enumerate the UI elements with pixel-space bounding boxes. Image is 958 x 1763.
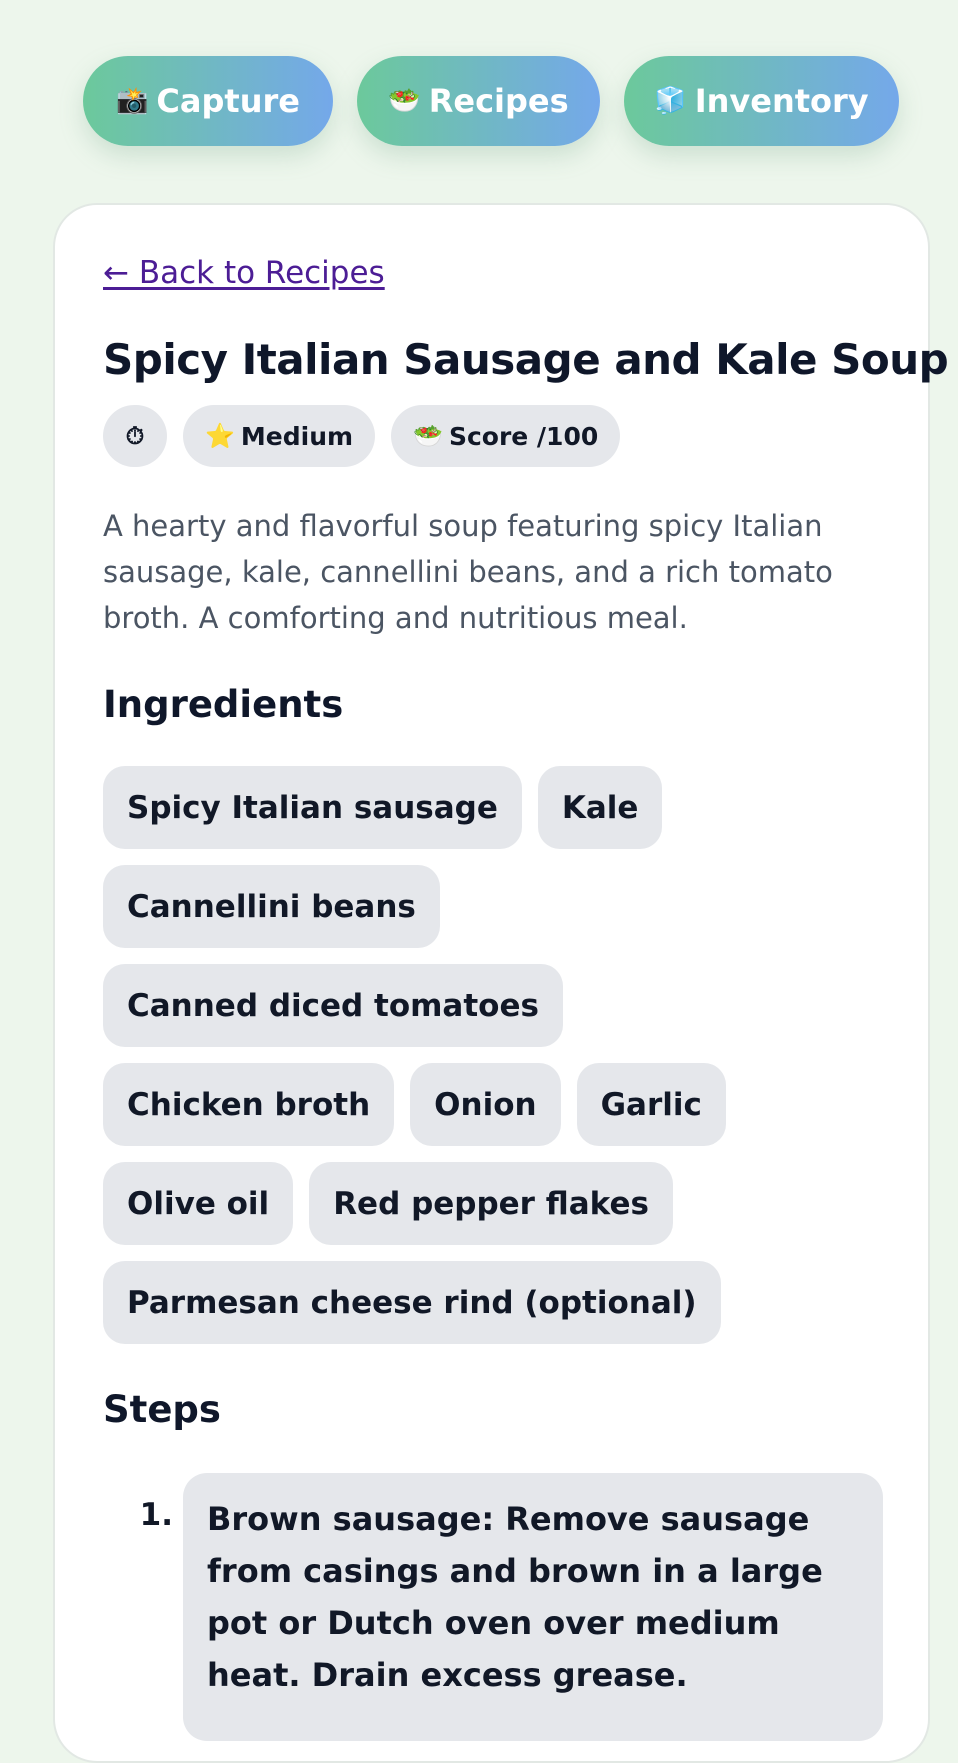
difficulty-badge: ⭐ Medium (183, 405, 376, 468)
step-number: 1. (139, 1497, 173, 1534)
difficulty-label: Medium (240, 421, 354, 451)
ingredient-chip: Chicken broth (103, 1063, 395, 1147)
recipe-title: Spicy Italian Sausage and Kale Soup (103, 335, 949, 384)
score-badge: 🥗 Score /100 (391, 405, 621, 468)
ingredient-chip: Olive oil (103, 1162, 294, 1246)
camera-flash-icon: 📸 (116, 86, 149, 116)
ingredients-heading: Ingredients (103, 683, 344, 727)
capture-nav-label: Capture (156, 82, 300, 120)
ingredient-chip: Garlic (576, 1063, 726, 1147)
ingredient-chip: Parmesan cheese rind (optional) (103, 1261, 721, 1345)
steps-heading: Steps (103, 1388, 221, 1432)
back-to-recipes-link[interactable]: ← Back to Recipes (103, 255, 385, 291)
inventory-nav-label: Inventory (694, 82, 869, 120)
capture-nav-button[interactable]: 📸 Capture (83, 56, 333, 146)
ingredient-chip: Red pepper flakes (309, 1162, 673, 1246)
step-item: 1. Brown sausage: Remove sausage from ca… (103, 1473, 893, 1742)
ingredient-chip: Spicy Italian sausage (103, 766, 522, 850)
recipe-description: A hearty and flavorful soup featuring sp… (103, 509, 833, 636)
ice-cube-icon: 🧊 (654, 86, 687, 116)
recipes-nav-button[interactable]: 🥗 Recipes (357, 56, 600, 146)
ingredient-chip: Cannellini beans (103, 865, 440, 949)
recipe-detail-content: ← Back to Recipes Spicy Italian Sausage … (103, 255, 949, 1742)
star-icon: ⭐ (205, 422, 235, 451)
ingredients-list: Spicy Italian sausage Kale Cannellini be… (103, 766, 863, 1345)
time-badge: ⏱ (103, 405, 167, 468)
step-text: Brown sausage: Remove sausage from casin… (183, 1473, 883, 1742)
stopwatch-icon: ⏱ (125, 422, 145, 451)
score-label: Score /100 (448, 421, 599, 451)
recipes-nav-label: Recipes (428, 82, 569, 120)
recipe-detail-card: ← Back to Recipes Spicy Italian Sausage … (53, 203, 949, 1763)
inventory-nav-button[interactable]: 🧊 Inventory (624, 56, 899, 146)
recipe-badges: ⏱ ⭐ Medium 🥗 Score /100 (103, 405, 893, 468)
ingredient-chip: Kale (537, 766, 663, 850)
top-nav: 📸 Capture 🥗 Recipes 🧊 Inventory (83, 56, 899, 146)
ingredient-chip: Canned diced tomatoes (103, 964, 563, 1048)
salad-icon: 🥗 (413, 422, 443, 451)
salad-icon: 🥗 (388, 86, 421, 116)
ingredient-chip: Onion (410, 1063, 561, 1147)
steps-list: 1. Brown sausage: Remove sausage from ca… (103, 1473, 893, 1742)
